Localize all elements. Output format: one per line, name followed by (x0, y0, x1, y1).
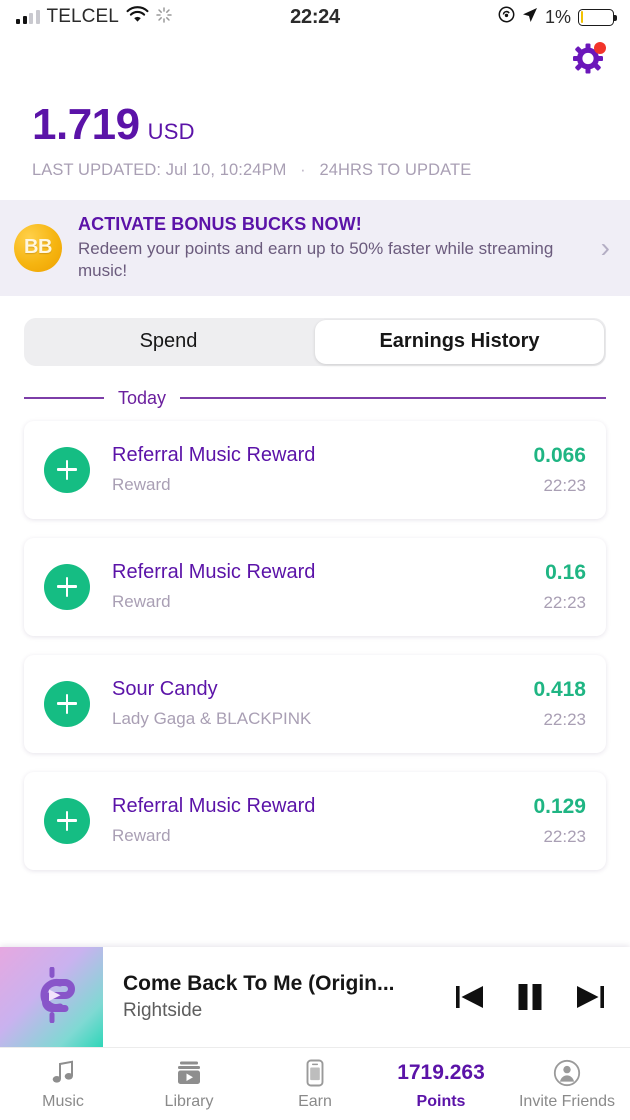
transaction-subtitle: Reward (112, 826, 171, 845)
nav-item-music[interactable]: Music (0, 1048, 126, 1120)
skip-next-icon[interactable] (574, 982, 606, 1012)
nav-label-library: Library (164, 1092, 214, 1110)
transaction-time: 22:23 (543, 475, 586, 495)
divider-rule-right (180, 397, 606, 399)
bonus-bucks-icon: BB (14, 223, 62, 272)
transaction-title: Referral Music Reward (112, 561, 316, 583)
player-track-title: Come Back To Me (Origin... (123, 972, 395, 995)
phone-device-icon (301, 1058, 329, 1088)
battery-icon (578, 8, 617, 26)
music-note-icon (49, 1058, 77, 1088)
transaction-text: Referral Music Reward Reward (112, 561, 533, 612)
transaction-amount: 0.16 (545, 560, 586, 584)
battery-percent-label: 1% (544, 6, 571, 27)
transaction-amount: 0.418 (533, 677, 586, 701)
plus-icon (44, 446, 90, 493)
transaction-time: 22:23 (543, 709, 586, 729)
nav-item-library[interactable]: Library (126, 1048, 252, 1120)
player-artist: Rightside (123, 1000, 203, 1021)
person-circle-icon (553, 1058, 581, 1088)
transaction-time: 22:23 (543, 826, 586, 846)
header-bar (0, 34, 630, 86)
status-bar: TELCEL 22:24 1% (0, 0, 630, 34)
location-arrow-icon (522, 7, 538, 28)
last-updated-label: LAST UPDATED: Jul 10, 10:24PM (32, 161, 287, 179)
transaction-subtitle: Reward (112, 475, 171, 494)
transaction-meta: 0.16 22:23 (533, 561, 586, 613)
balance-amount-row: 1.719 USD (32, 100, 600, 150)
skip-previous-icon[interactable] (454, 982, 486, 1012)
transaction-title: Sour Candy (112, 678, 218, 700)
rotation-lock-icon (498, 6, 515, 28)
segmented-control: Spend Earnings History (24, 317, 606, 366)
bottom-navigation: Music Library Earn 1719.263 Points Invit… (0, 1047, 630, 1120)
transaction-text: Sour Candy Lady Gaga & BLACKPINK (112, 678, 523, 729)
table-row[interactable]: Referral Music Reward Reward 0.066 22:23 (24, 420, 606, 519)
transaction-text: Referral Music Reward Reward (112, 795, 523, 846)
pause-icon[interactable] (514, 981, 546, 1013)
table-row[interactable]: Referral Music Reward Reward 0.16 22:23 (24, 537, 606, 636)
nav-label-invite-friends: Invite Friends (518, 1092, 616, 1110)
meta-separator: · (300, 161, 306, 179)
notification-badge (594, 42, 606, 54)
nav-label-earn: Earn (298, 1092, 332, 1110)
transaction-amount: 0.129 (533, 794, 586, 818)
transaction-subtitle: Lady Gaga & BLACKPINK (112, 709, 312, 728)
chevron-right-icon[interactable]: › (591, 232, 610, 264)
points-value: 1719.263 (397, 1060, 485, 1084)
day-divider: Today (24, 388, 606, 409)
balance-currency: USD (147, 119, 195, 144)
banner-text-block: ACTIVATE BONUS BUCKS NOW! Redeem your po… (78, 214, 591, 282)
settings-button[interactable] (568, 40, 608, 80)
divider-rule-left (24, 397, 104, 399)
transaction-amount: 0.066 (533, 443, 586, 467)
nav-label-music: Music (42, 1092, 84, 1110)
transaction-title: Referral Music Reward (112, 795, 316, 817)
tab-spend[interactable]: Spend (24, 318, 313, 366)
transaction-meta: 0.418 22:23 (523, 678, 586, 730)
update-interval-label: 24HRS TO UPDATE (319, 161, 472, 179)
transaction-list: Referral Music Reward Reward 0.066 22:23… (24, 420, 606, 870)
tab-earnings-history[interactable]: Earnings History (315, 319, 604, 364)
transaction-meta: 0.066 22:23 (523, 444, 586, 496)
nav-item-points[interactable]: 1719.263 Points (378, 1048, 504, 1120)
album-art[interactable] (0, 947, 103, 1047)
plus-icon (44, 680, 90, 727)
status-bar-right: 1% (498, 6, 617, 28)
transaction-text: Referral Music Reward Reward (112, 444, 523, 495)
banner-title: ACTIVATE BONUS BUCKS NOW! (78, 214, 362, 234)
plus-icon (44, 797, 90, 844)
balance-meta: LAST UPDATED: Jul 10, 10:24PM · 24HRS TO… (32, 161, 600, 180)
app-logo-icon (26, 966, 78, 1028)
transaction-subtitle: Reward (112, 592, 171, 611)
transaction-title: Referral Music Reward (112, 444, 316, 466)
plus-icon (44, 563, 90, 610)
banner-subtitle: Redeem your points and earn up to 50% fa… (78, 239, 554, 280)
bonus-bucks-banner[interactable]: BB ACTIVATE BONUS BUCKS NOW! Redeem your… (0, 200, 630, 296)
nav-label-points: Points (416, 1092, 466, 1110)
table-row[interactable]: Sour Candy Lady Gaga & BLACKPINK 0.418 2… (24, 654, 606, 753)
nav-item-invite-friends[interactable]: Invite Friends (504, 1048, 630, 1120)
balance-section: 1.719 USD LAST UPDATED: Jul 10, 10:24PM … (0, 86, 630, 180)
mini-player[interactable]: Come Back To Me (Origin... Rightside (0, 947, 630, 1047)
balance-amount: 1.719 (32, 100, 140, 149)
nav-item-earn[interactable]: Earn (252, 1048, 378, 1120)
day-label: Today (118, 387, 167, 408)
transaction-meta: 0.129 22:23 (523, 795, 586, 847)
library-play-icon (175, 1058, 203, 1088)
transaction-time: 22:23 (543, 592, 586, 612)
table-row[interactable]: Referral Music Reward Reward 0.129 22:23 (24, 771, 606, 870)
player-track-info: Come Back To Me (Origin... Rightside (123, 972, 440, 1022)
player-controls (440, 981, 630, 1013)
